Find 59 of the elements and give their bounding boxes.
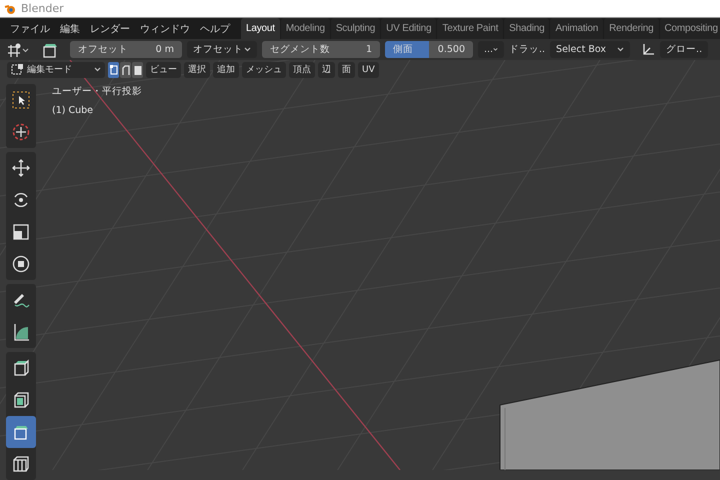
menu-item[interactable]: ウィンドウ (135, 22, 195, 36)
workspace-tab[interactable]: Layout (241, 18, 280, 40)
drag-label: ドラッ.. (509, 43, 546, 56)
header-menu[interactable]: 面 (338, 62, 355, 78)
header-menu[interactable]: UV (358, 62, 379, 78)
workspace-tab[interactable]: Rendering (604, 18, 658, 40)
select-mode-button[interactable] (132, 62, 143, 78)
ruler-icon (12, 322, 30, 341)
more-dropdown[interactable]: ... (478, 41, 504, 58)
transform-icon (12, 254, 30, 273)
workspace-tab[interactable]: UV Editing (381, 18, 436, 40)
tool-button[interactable] (6, 416, 36, 448)
object-name: (1) Cube (52, 104, 94, 116)
workspace-tab[interactable]: Shading (504, 18, 550, 40)
axes-icon[interactable] (641, 42, 656, 57)
cube-icon (12, 358, 30, 377)
inset-cube-icon (12, 390, 30, 409)
workspace-tab[interactable]: Modeling (280, 18, 330, 40)
loop-cut-icon (12, 454, 30, 473)
menu-item[interactable]: ヘルプ (195, 22, 235, 36)
workspace-tab[interactable]: Animation (550, 18, 604, 40)
scale-icon (12, 222, 30, 241)
menu-item[interactable]: レンダー (85, 22, 135, 36)
select-mode-button[interactable] (120, 62, 131, 78)
mode-dropdown[interactable]: 編集モード (7, 62, 105, 78)
menu-item[interactable]: 編集 (55, 22, 85, 36)
app-logo-icon (4, 2, 16, 15)
cursor-icon (12, 122, 30, 141)
move-icon (12, 158, 30, 177)
header-menu[interactable]: 追加 (213, 62, 239, 78)
header-menu[interactable]: ビュー (146, 62, 181, 78)
workspace-tab[interactable]: Sculpting (330, 18, 380, 40)
header-menu[interactable]: 頂点 (289, 62, 315, 78)
header-menu[interactable]: メッシュ (242, 62, 286, 78)
menu-item[interactable]: ファイル (5, 22, 55, 36)
offset-type-dropdown[interactable]: オフセット (187, 41, 257, 58)
rotate-icon (12, 190, 30, 209)
chevron-icon (493, 47, 498, 52)
workspace-tab[interactable]: Compositing (660, 18, 720, 40)
edge-select-icon (122, 64, 130, 75)
select-box-icon (12, 90, 30, 109)
chevron-icon (244, 47, 251, 52)
face-select-icon (134, 64, 142, 75)
chevron-icon (617, 47, 624, 52)
select-mode-dropdown[interactable]: Select Box (550, 41, 630, 58)
chevron-icon (94, 67, 101, 72)
segments-field[interactable]: セグメント数 1 (262, 41, 380, 58)
workspace-tab[interactable]: Texture Paint (437, 18, 504, 40)
edit-mode-icon (11, 64, 23, 76)
view-name: ユーザー・平行投影 (52, 84, 142, 98)
offset-field[interactable]: オフセット 0 m (70, 41, 182, 58)
window-title: Blender (21, 2, 64, 16)
header-menu[interactable]: 辺 (318, 62, 335, 78)
select-mode-button[interactable] (108, 62, 119, 78)
tool-icon[interactable] (6, 42, 30, 58)
orientation-dropdown[interactable]: グロー.. (660, 41, 708, 58)
header-menu[interactable]: 選択 (184, 62, 210, 78)
profile-slider[interactable]: 側面 0.500 (385, 41, 473, 58)
vertex-select-icon (110, 64, 118, 75)
